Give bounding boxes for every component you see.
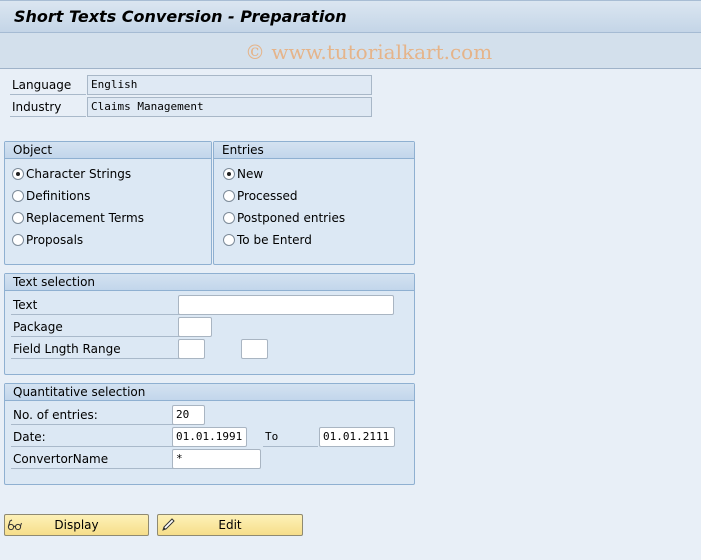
- date-from-input[interactable]: 01.01.1991: [172, 427, 247, 447]
- radio-label: Replacement Terms: [26, 211, 145, 225]
- pencil-icon: [162, 518, 175, 531]
- industry-label: Industry: [10, 97, 86, 117]
- radio-to-be-entered[interactable]: To be Enterd: [223, 231, 312, 249]
- radio-label: Proposals: [26, 233, 84, 247]
- radio-button-icon[interactable]: [223, 190, 235, 202]
- quantitative-selection-group: Quantitative selection No. of entries: 2…: [4, 383, 415, 485]
- radio-replacement-terms[interactable]: Replacement Terms: [12, 209, 144, 227]
- package-label: Package: [11, 317, 183, 337]
- text-label: Text: [11, 295, 183, 315]
- language-field: English: [87, 75, 372, 95]
- page-title: Short Texts Conversion - Preparation: [14, 7, 347, 26]
- quantitative-selection-title: Quantitative selection: [5, 384, 414, 401]
- radio-button-icon[interactable]: [223, 234, 235, 246]
- radio-proposals[interactable]: Proposals: [12, 231, 83, 249]
- radio-definitions[interactable]: Definitions: [12, 187, 90, 205]
- date-to-label: To: [263, 427, 318, 447]
- radio-processed[interactable]: Processed: [223, 187, 298, 205]
- text-selection-group: Text selection Text Package Field Lngth …: [4, 273, 415, 375]
- field-length-to-input[interactable]: [241, 339, 268, 359]
- num-entries-input[interactable]: 20: [172, 405, 205, 425]
- date-to-input[interactable]: 01.01.2111: [319, 427, 395, 447]
- radio-label: Postponed entries: [237, 211, 346, 225]
- watermark: © www.tutorialkart.com: [245, 40, 493, 64]
- radio-button-icon[interactable]: [12, 190, 24, 202]
- object-group-title: Object: [5, 142, 211, 159]
- radio-button-icon[interactable]: [12, 168, 24, 180]
- radio-postponed-entries[interactable]: Postponed entries: [223, 209, 345, 227]
- radio-button-icon[interactable]: [223, 168, 235, 180]
- application-toolbar: © www.tutorialkart.com: [0, 33, 701, 69]
- num-entries-label: No. of entries:: [11, 405, 177, 425]
- language-label: Language: [10, 75, 86, 95]
- entries-group-title: Entries: [214, 142, 414, 159]
- industry-field: Claims Management: [87, 97, 372, 117]
- text-selection-title: Text selection: [5, 274, 414, 291]
- radio-label: Definitions: [26, 189, 91, 203]
- edit-button-label: Edit: [218, 518, 242, 532]
- radio-button-icon[interactable]: [223, 212, 235, 224]
- entries-group: Entries New Processed Postponed entries …: [213, 141, 415, 265]
- radio-label: To be Enterd: [237, 233, 312, 247]
- text-input[interactable]: [178, 295, 394, 315]
- radio-label: Character Strings: [26, 167, 132, 181]
- field-length-from-input[interactable]: [178, 339, 205, 359]
- edit-button[interactable]: Edit: [157, 514, 303, 536]
- package-input[interactable]: [178, 317, 212, 337]
- radio-label: Processed: [237, 189, 298, 203]
- date-label: Date:: [11, 427, 177, 447]
- radio-label: New: [237, 167, 264, 181]
- display-button-label: Display: [54, 518, 99, 532]
- convertor-name-label: ConvertorName: [11, 449, 177, 469]
- display-button[interactable]: Display: [4, 514, 149, 536]
- radio-button-icon[interactable]: [12, 234, 24, 246]
- radio-new[interactable]: New: [223, 165, 263, 183]
- convertor-name-input[interactable]: *: [172, 449, 261, 469]
- radio-button-icon[interactable]: [12, 212, 24, 224]
- radio-character-strings[interactable]: Character Strings: [12, 165, 131, 183]
- glasses-icon: [7, 519, 22, 531]
- object-group: Object Character Strings Definitions Rep…: [4, 141, 212, 265]
- title-bar: Short Texts Conversion - Preparation: [0, 0, 701, 33]
- field-length-range-label: Field Lngth Range: [11, 339, 183, 359]
